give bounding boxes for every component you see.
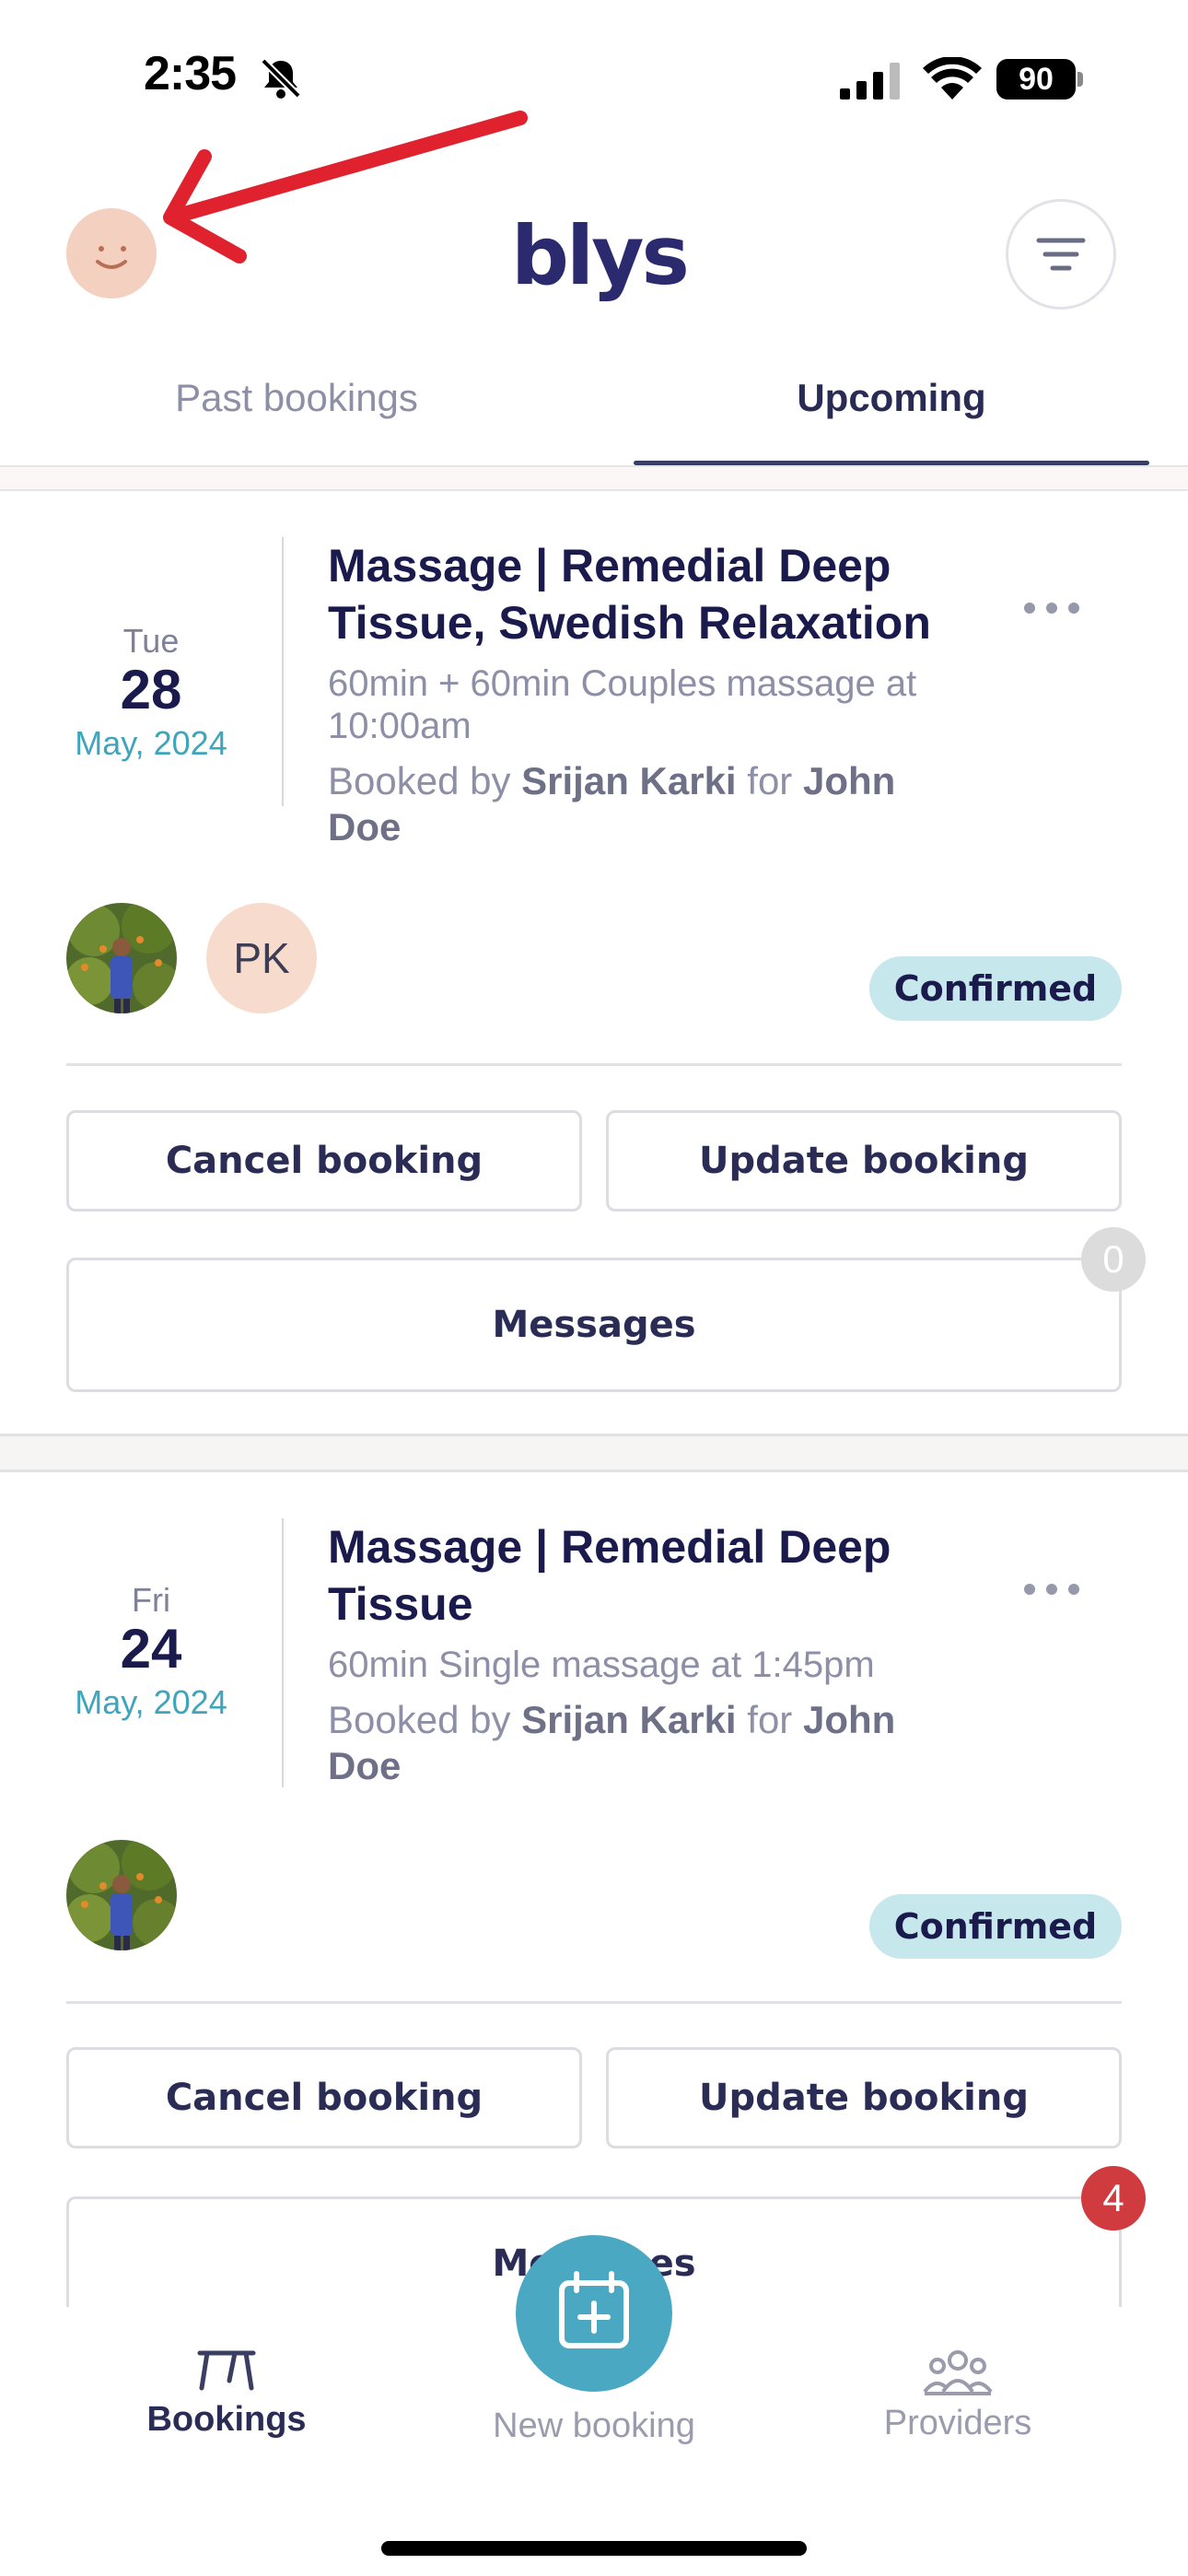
tab-past-bookings[interactable]: Past bookings bbox=[68, 376, 525, 420]
provider-photo-avatar[interactable] bbox=[66, 903, 177, 1013]
booked-by-name: Srijan Karki bbox=[521, 1698, 737, 1741]
provider-initials-avatar[interactable]: PK bbox=[206, 903, 317, 1013]
booking-detail: 60min Single massage at 1:45pm bbox=[328, 1644, 991, 1686]
nav-providers-label: Providers bbox=[883, 2404, 1032, 2442]
tab-divider bbox=[0, 465, 1188, 491]
nav-bookings-label: Bookings bbox=[146, 2400, 307, 2439]
status-time: 2:35 bbox=[144, 47, 237, 100]
booking-detail-line: 60min Single massage at 1:45pm bbox=[328, 1645, 875, 1685]
booking-title-line: Tissue bbox=[328, 1578, 473, 1630]
massage-table-icon bbox=[197, 2350, 256, 2391]
booking-date: Fri 24 May, 2024 bbox=[37, 1581, 265, 1722]
cancel-booking-button[interactable]: Cancel booking bbox=[66, 1110, 582, 1212]
more-options-icon[interactable] bbox=[1024, 1580, 1083, 1598]
booked-for-name: John bbox=[802, 1698, 896, 1741]
date-divider bbox=[282, 1518, 284, 1787]
calendar-plus-icon bbox=[559, 2271, 629, 2348]
home-indicator bbox=[381, 2541, 807, 2556]
date-divider bbox=[282, 537, 284, 806]
booking-title-line: Massage | Remedial Deep bbox=[328, 540, 891, 591]
bell-muted-icon bbox=[261, 58, 301, 99]
booked-by-text: Booked by Srijan Karki for John Doe bbox=[328, 758, 991, 850]
update-booking-button[interactable]: Update booking bbox=[606, 1110, 1122, 1212]
status-badge: Confirmed bbox=[869, 956, 1122, 1021]
day-of-week: Tue bbox=[122, 622, 180, 660]
month-year: May, 2024 bbox=[75, 1683, 227, 1721]
for-word: for bbox=[747, 759, 793, 802]
provider-photo-avatar[interactable] bbox=[66, 1840, 177, 1950]
new-booking-fab[interactable] bbox=[516, 2235, 672, 2392]
more-options-icon[interactable] bbox=[1024, 599, 1083, 617]
booking-date: Tue 28 May, 2024 bbox=[37, 622, 265, 763]
filter-icon bbox=[1036, 238, 1086, 271]
status-badge: Confirmed bbox=[869, 1894, 1122, 1959]
filter-button[interactable] bbox=[1006, 199, 1116, 310]
booking-title: Massage | Remedial Deep Tissue, Swedish … bbox=[328, 537, 991, 651]
card-separator bbox=[0, 1434, 1188, 1472]
booked-for-name: John bbox=[802, 759, 896, 802]
messages-button[interactable]: Messages bbox=[66, 1258, 1122, 1392]
booking-detail-line: 10:00am bbox=[328, 706, 472, 746]
booked-by-name: Srijan Karki bbox=[521, 759, 737, 802]
for-word: for bbox=[747, 1698, 793, 1741]
unread-messages-count: 4 bbox=[1081, 2166, 1146, 2231]
cellular-signal-icon bbox=[840, 63, 900, 100]
nav-new-booking-label[interactable]: New booking bbox=[456, 2406, 732, 2446]
month-year: May, 2024 bbox=[75, 724, 227, 762]
booked-for-name: Doe bbox=[328, 805, 402, 849]
booked-prefix: Booked by bbox=[328, 759, 511, 802]
nav-providers[interactable]: Providers bbox=[856, 2344, 1059, 2443]
cancel-booking-button[interactable]: Cancel booking bbox=[66, 2047, 582, 2149]
booking-card[interactable]: Tue 28 May, 2024 Massage | Remedial Deep… bbox=[0, 491, 1188, 1435]
booked-for-name: Doe bbox=[328, 1744, 402, 1787]
booking-title-line: Tissue, Swedish Relaxation bbox=[328, 597, 931, 649]
booking-card[interactable]: Fri 24 May, 2024 Massage | Remedial Deep… bbox=[0, 1472, 1188, 2307]
update-booking-button[interactable]: Update booking bbox=[606, 2047, 1122, 2149]
unread-messages-count: 0 bbox=[1081, 1227, 1146, 1292]
booked-prefix: Booked by bbox=[328, 1698, 511, 1741]
booking-detail: 60min + 60min Couples massage at 10:00am bbox=[328, 662, 991, 747]
smile-face-icon bbox=[96, 246, 127, 269]
booked-by-text: Booked by Srijan Karki for John Doe bbox=[328, 1697, 991, 1789]
booking-detail-line: 60min + 60min Couples massage at bbox=[328, 663, 917, 704]
providers-group-icon bbox=[923, 2350, 993, 2395]
booking-title-line: Massage | Remedial Deep bbox=[328, 1521, 891, 1573]
brand-logo: blys bbox=[511, 208, 690, 303]
booking-title: Massage | Remedial Deep Tissue bbox=[328, 1518, 991, 1633]
card-divider bbox=[66, 2001, 1122, 2004]
annotation-arrow bbox=[163, 111, 528, 263]
battery-level: 90 bbox=[996, 59, 1076, 100]
profile-avatar-button[interactable] bbox=[66, 208, 157, 299]
tab-upcoming[interactable]: Upcoming bbox=[634, 376, 1149, 420]
wifi-icon bbox=[923, 57, 982, 100]
battery-icon: 90 bbox=[996, 59, 1085, 100]
day-number: 24 bbox=[120, 1618, 182, 1680]
card-divider bbox=[66, 1063, 1122, 1066]
nav-bookings[interactable]: Bookings bbox=[134, 2340, 319, 2440]
day-of-week: Fri bbox=[132, 1581, 170, 1619]
day-number: 28 bbox=[120, 659, 182, 720]
